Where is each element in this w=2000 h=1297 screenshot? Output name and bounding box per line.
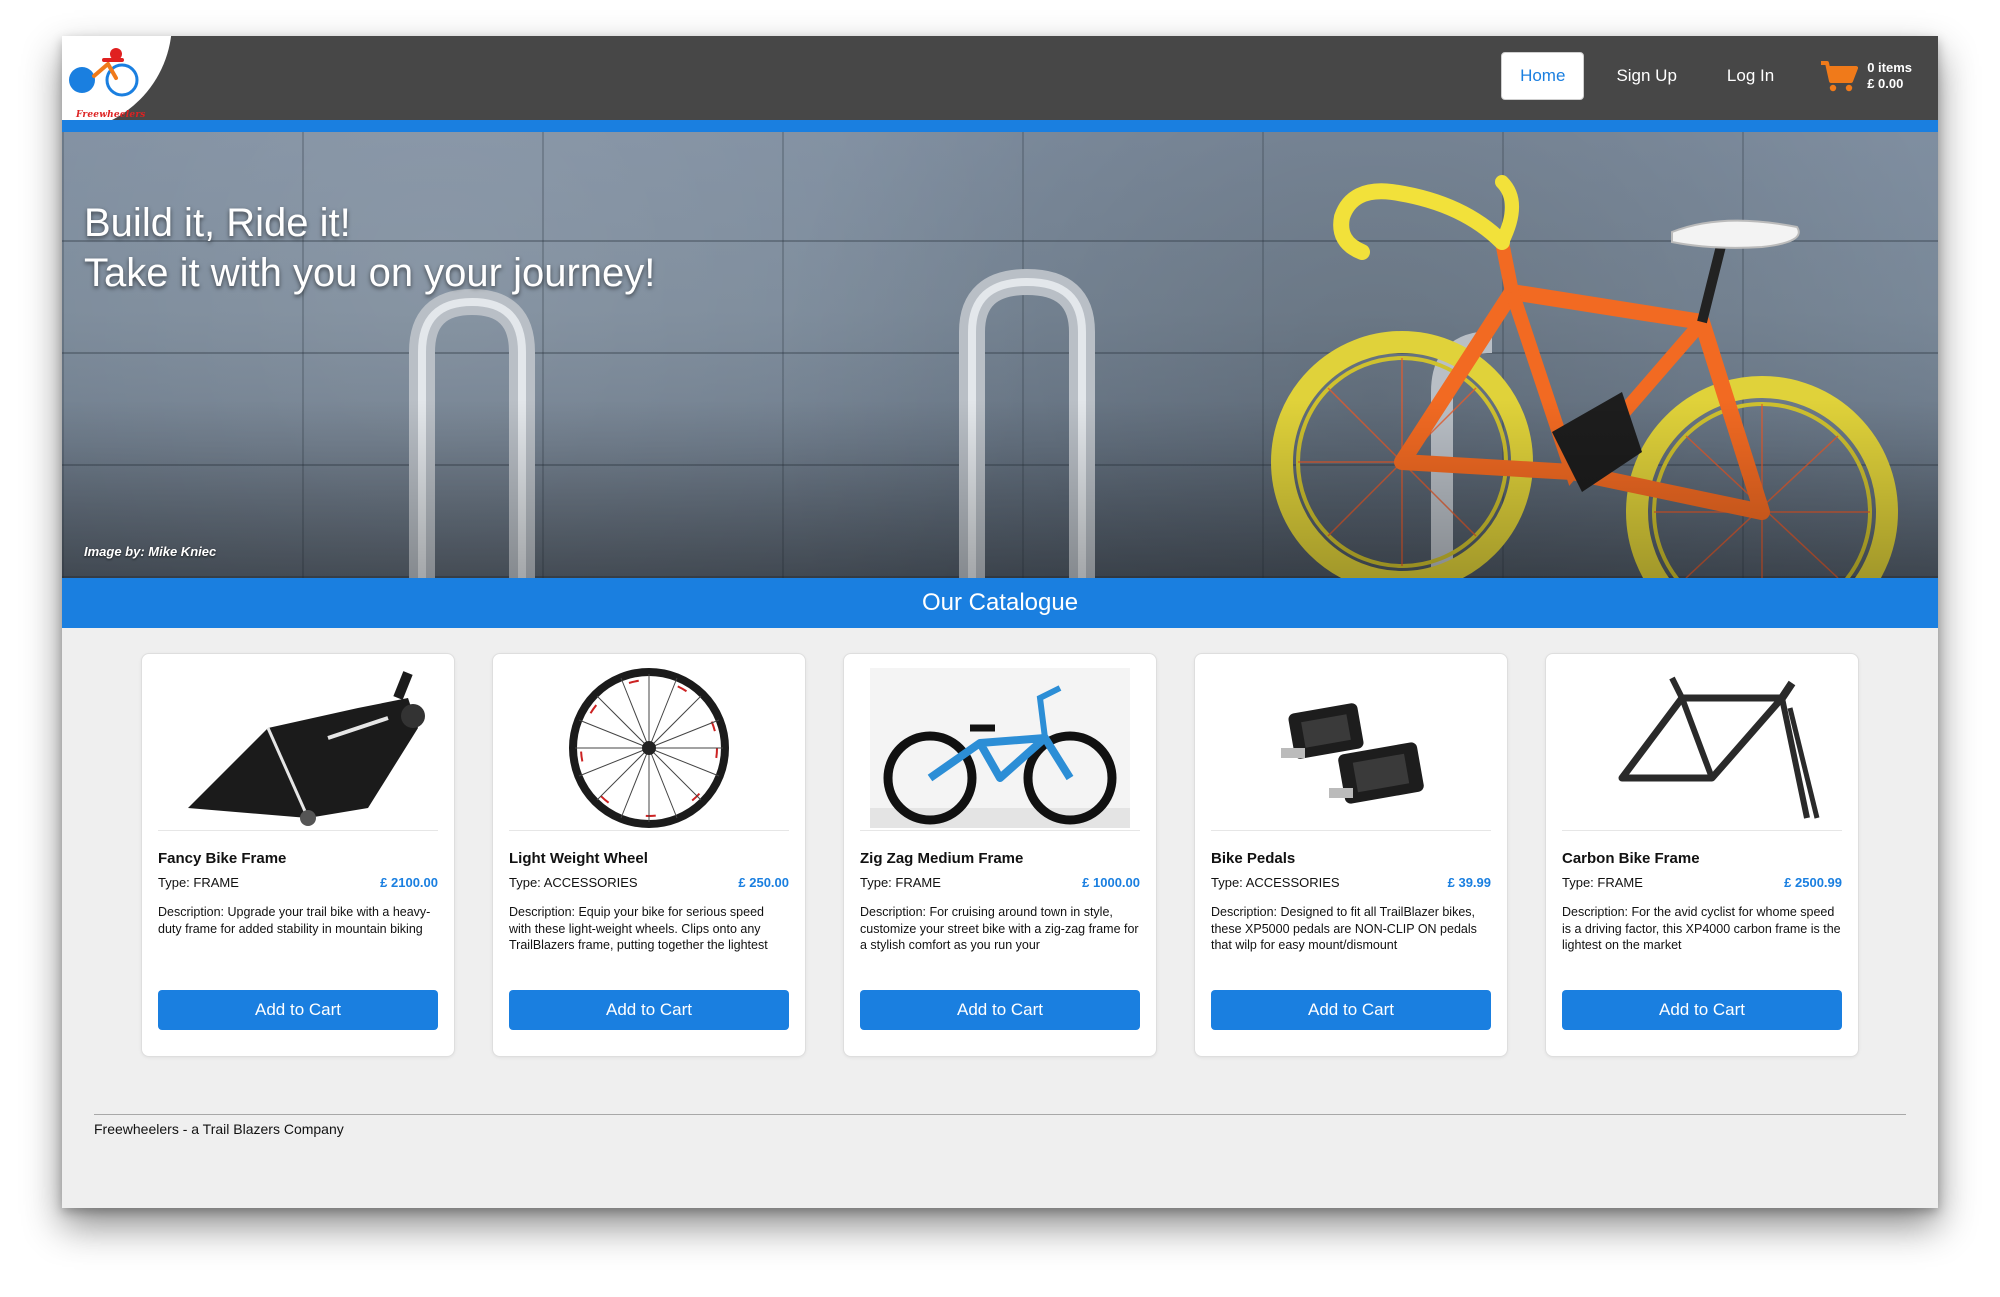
nav-home-button[interactable]: Home [1501,52,1585,100]
wheel-icon [569,668,729,828]
product-price: £ 2100.00 [380,875,438,890]
product-name: Light Weight Wheel [509,850,648,867]
product-image [1211,666,1491,831]
product-type: Type: FRAME [158,875,239,890]
hero-headline-line1: Build it, Ride it! [84,201,351,245]
cart-icon [1821,61,1859,92]
product-type: Type: ACCESSORIES [1211,875,1340,890]
nav-log-in-link[interactable]: Log In [1709,53,1792,99]
product-type: Type: ACCESSORIES [509,875,638,890]
navbar-accent-stripe [62,120,1938,132]
browser-window: Freewheelers Home Sign Up Log In 0 items… [62,36,1938,1208]
product-price: £ 39.99 [1447,875,1491,890]
product-card: Carbon Bike Frame Type: FRAME £ 2500.99 … [1545,653,1859,1057]
product-description: Description: For the avid cyclist for wh… [1562,905,1841,952]
nav-links: Home Sign Up Log In 0 items £ 0.00 [1487,52,1912,100]
hero-image-credit: Image by: Mike Kniec [84,544,217,559]
product-card: Bike Pedals Type: ACCESSORIES £ 39.99 De… [1194,653,1508,1057]
product-card: Light Weight Wheel Type: ACCESSORIES £ 2… [492,653,806,1057]
nav-sign-up-link[interactable]: Sign Up [1598,53,1694,99]
product-type: Type: FRAME [860,875,941,890]
add-to-cart-button[interactable]: Add to Cart [1562,990,1842,1030]
footer-divider [94,1114,1906,1115]
hero-headline-line2: Take it with you on your journey! [84,251,656,295]
product-price: £ 2500.99 [1784,875,1842,890]
add-to-cart-button[interactable]: Add to Cart [1211,990,1491,1030]
product-price: £ 250.00 [738,875,789,890]
cart-item-count: 0 items [1867,60,1912,75]
product-card: Fancy Bike Frame Type: FRAME £ 2100.00 D… [141,653,455,1057]
product-description: Description: For cruising around town in… [860,905,1139,952]
bike-frame-icon [188,671,425,826]
product-card: Zig Zag Medium Frame Type: FRAME £ 1000.… [843,653,1157,1057]
cart-button[interactable]: 0 items £ 0.00 [1820,59,1912,93]
hero-banner: Build it, Ride it! Take it with you on y… [62,132,1938,578]
add-to-cart-button[interactable]: Add to Cart [860,990,1140,1030]
product-name: Zig Zag Medium Frame [860,850,1024,867]
product-image [1562,666,1842,831]
footer-text: Freewheelers - a Trail Blazers Company [94,1121,344,1137]
product-name: Fancy Bike Frame [158,850,287,867]
road-frame-icon [1618,676,1820,819]
logo-badge[interactable]: Freewheelers [62,36,172,132]
logo-text: Freewheelers [76,110,146,120]
add-to-cart-button[interactable]: Add to Cart [509,990,789,1030]
pedals-icon [1281,703,1424,804]
cart-total: £ 0.00 [1867,76,1904,91]
product-name: Bike Pedals [1211,850,1296,867]
navbar: Freewheelers Home Sign Up Log In 0 items… [62,36,1938,132]
hero-headline: Build it, Ride it! Take it with you on y… [84,198,655,298]
product-image [860,666,1140,831]
product-name: Carbon Bike Frame [1562,850,1700,867]
bmx-bike-icon [870,668,1130,828]
product-description: Description: Upgrade your trail bike wit… [158,905,431,936]
product-description: Description: Equip your bike for serious… [509,905,768,952]
cart-summary: 0 items £ 0.00 [1867,60,1912,92]
product-image [158,666,438,831]
product-price: £ 1000.00 [1082,875,1140,890]
product-image [509,666,789,831]
add-to-cart-button[interactable]: Add to Cart [158,990,438,1030]
product-description: Description: Designed to fit all TrailBl… [1211,905,1477,952]
product-type: Type: FRAME [1562,875,1643,890]
catalogue-heading: Our Catalogue [62,578,1938,628]
product-grid: Fancy Bike Frame Type: FRAME £ 2100.00 D… [141,653,1859,1059]
